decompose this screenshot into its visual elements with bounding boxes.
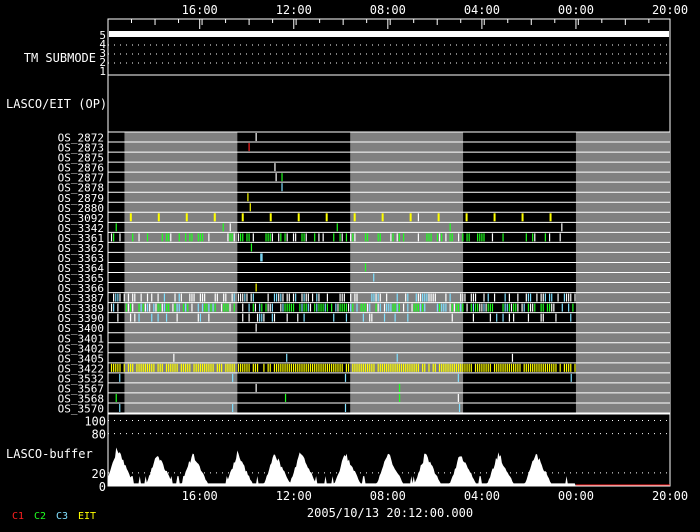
event-mark [325, 213, 328, 222]
event-mark [157, 213, 160, 222]
legend-item-c3: C3 [56, 511, 68, 522]
event-mark [465, 213, 468, 222]
bottom-time-label: 12:00 [276, 489, 312, 503]
bottom-time-label: 00:00 [558, 489, 594, 503]
event-mark [381, 213, 384, 222]
buffer-label: LASCO-buffer [6, 447, 93, 461]
buffer-fill-area [108, 447, 576, 486]
submode-tick-label: 1 [99, 65, 106, 78]
event-mark [549, 213, 552, 222]
op-panel-label: LASCO/EIT (OP) [6, 97, 107, 111]
event-mark [437, 213, 440, 222]
legend-item-c2: C2 [34, 511, 46, 522]
buffer-tick-label: 100 [84, 415, 106, 429]
bottom-time-label: 08:00 [370, 489, 406, 503]
legend-item-c1: C1 [12, 511, 24, 522]
event-mark [241, 213, 244, 222]
buffer-tick-label: 0 [99, 480, 106, 494]
top-time-label: 04:00 [464, 3, 500, 17]
top-time-label: 00:00 [558, 3, 594, 17]
event-mark [493, 213, 496, 222]
top-time-label: 16:00 [182, 3, 218, 17]
bottom-time-label: 04:00 [464, 489, 500, 503]
lasco-eit-timeline-plot: 16:00 16:00 12:00 12:00 08:00 08:00 04:00 04:00… [0, 0, 700, 532]
buffer-tick-label: 80 [92, 428, 106, 442]
timeline-chart: 16:00 16:00 12:00 12:00 08:00 08:00 04:00 04:00… [6, 3, 688, 522]
event-mark [129, 213, 132, 222]
event-mark [269, 213, 272, 222]
event-mark [213, 213, 216, 222]
event-mark [297, 213, 300, 222]
bottom-time-label: 20:00 [652, 489, 688, 503]
top-time-label: 08:00 [370, 3, 406, 17]
submode-label: TM SUBMODE [24, 51, 96, 65]
top-time-label: 12:00 [276, 3, 312, 17]
submode-bar [109, 31, 669, 37]
event-mark [521, 213, 524, 222]
event-mark [185, 213, 188, 222]
buffer-tick-label: 20 [92, 467, 106, 481]
bottom-time-label: 16:00 [182, 489, 218, 503]
legend-item-eit: EIT [78, 511, 96, 522]
event-mark [409, 213, 412, 222]
top-time-label: 20:00 [652, 3, 688, 17]
footer-timestamp: 2005/10/13 20:12:00.000 [307, 506, 473, 520]
event-mark [353, 213, 356, 222]
